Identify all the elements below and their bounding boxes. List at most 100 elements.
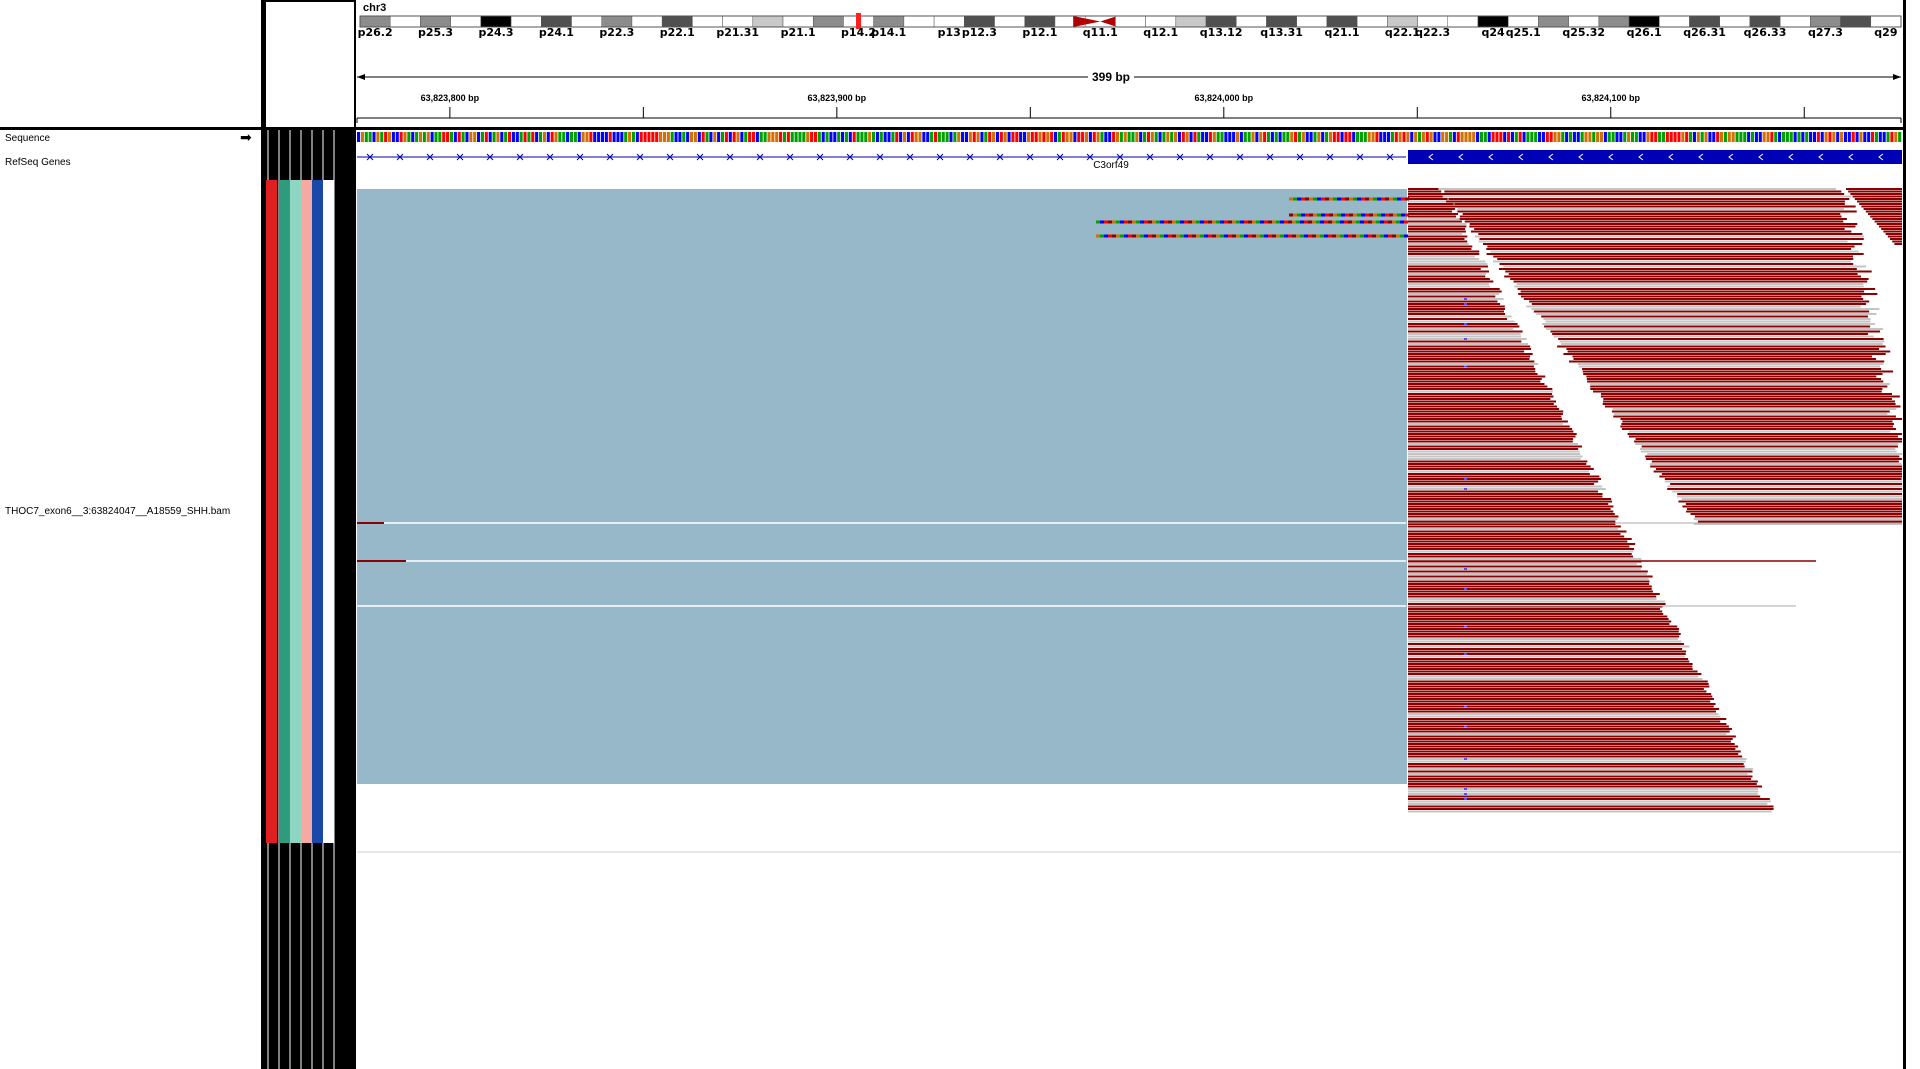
mismatch [1464,298,1467,300]
base [418,132,423,142]
base [1406,132,1410,142]
bam-track-label[interactable]: THOC7_exon6__3:63824047__A18559_SHH.bam [5,506,230,517]
read [1457,210,1857,213]
refseq-gene-track[interactable] [357,150,1902,164]
read [1408,785,1763,788]
base [1863,132,1867,142]
alignment-reads[interactable] [1408,188,1902,813]
read [1408,480,1599,483]
clipped-base [1280,220,1284,224]
base [1793,132,1797,142]
mismatch [1464,478,1467,480]
base [1677,132,1681,142]
read [1408,753,1739,755]
base [1832,132,1836,142]
ruler-tick-label: 63,824,000 bp [1194,93,1254,103]
clipped-base [1357,213,1361,217]
read [1621,428,1897,430]
read [1518,293,1878,295]
clipped-base [1312,234,1316,238]
clipped-base [1321,197,1325,201]
read [1620,425,1893,428]
read [1621,423,1894,425]
base [1185,132,1189,142]
base [604,132,608,142]
clipped-base [1353,197,1357,201]
data-panel[interactable]: chr3 p26.2 p25.3 p24.3 p24.1 p22.3 p22.1 p21.3… [356,0,1903,1069]
read [1583,373,1883,375]
base [569,132,574,142]
read [1408,575,1653,578]
genome-view[interactable] [356,0,1903,1069]
gene-name-label[interactable]: C3orf49 [1093,160,1129,171]
refseq-track-label[interactable]: RefSeq Genes [5,157,71,168]
read [1408,600,1665,603]
base [1239,132,1243,142]
clipped-base [1289,213,1293,217]
read [1408,335,1522,338]
base [1452,132,1456,142]
clipped-base [1373,213,1377,217]
base [1553,132,1557,142]
read [1408,563,1637,565]
clipped-base [1284,234,1288,238]
clipped-base [1112,234,1116,238]
clipped-base [1317,213,1321,217]
read [1408,705,1714,708]
read [1686,508,1902,510]
base [1286,132,1290,142]
strand-arrow-icon[interactable]: ➡ [240,130,252,144]
mismatch [1464,788,1467,790]
attribute-columns[interactable] [261,130,356,1069]
read [1408,783,1757,785]
read [1408,795,1761,798]
read [1634,440,1902,443]
cytoband [1115,15,1146,28]
read [1408,475,1600,478]
base [1530,132,1534,142]
read [1408,685,1710,688]
base [566,132,570,142]
base [600,132,605,142]
read [1408,700,1711,703]
read [1533,310,1870,313]
clipped-base [1108,220,1112,224]
base [523,132,527,142]
clipped-base [1372,234,1376,238]
read [1408,288,1500,290]
base [1758,132,1762,142]
read [1664,478,1902,480]
mismatch [1464,323,1467,325]
base [825,132,829,142]
clipped-base [1196,234,1200,238]
base [1061,132,1065,142]
base [875,132,879,142]
read [1408,308,1505,310]
clipped-base [1341,197,1345,201]
cytoband-label: q25.32 [1562,26,1606,39]
read [1848,190,1902,193]
clipped-base [1116,234,1120,238]
base [1309,132,1313,142]
read [1408,260,1486,263]
clipped-base [1385,213,1389,217]
clipped-base [1104,220,1108,224]
read [1408,365,1534,368]
read [1408,300,1498,303]
clipped-base [1328,220,1332,224]
read [1408,723,1727,725]
clipped-base [1293,213,1297,217]
base [1491,132,1495,142]
clipped-base [1348,220,1352,224]
base [1619,132,1623,142]
cytoband-label: p25.3 [418,26,454,39]
clipped-base [1240,234,1244,238]
sequence-track-label[interactable]: Sequence [5,133,50,144]
read [1408,323,1518,325]
base [1154,132,1158,142]
read [1486,248,1852,250]
read [1408,660,1690,663]
base [1487,132,1491,142]
chromosome-ideogram[interactable] [359,13,1902,29]
read [1561,343,1883,345]
